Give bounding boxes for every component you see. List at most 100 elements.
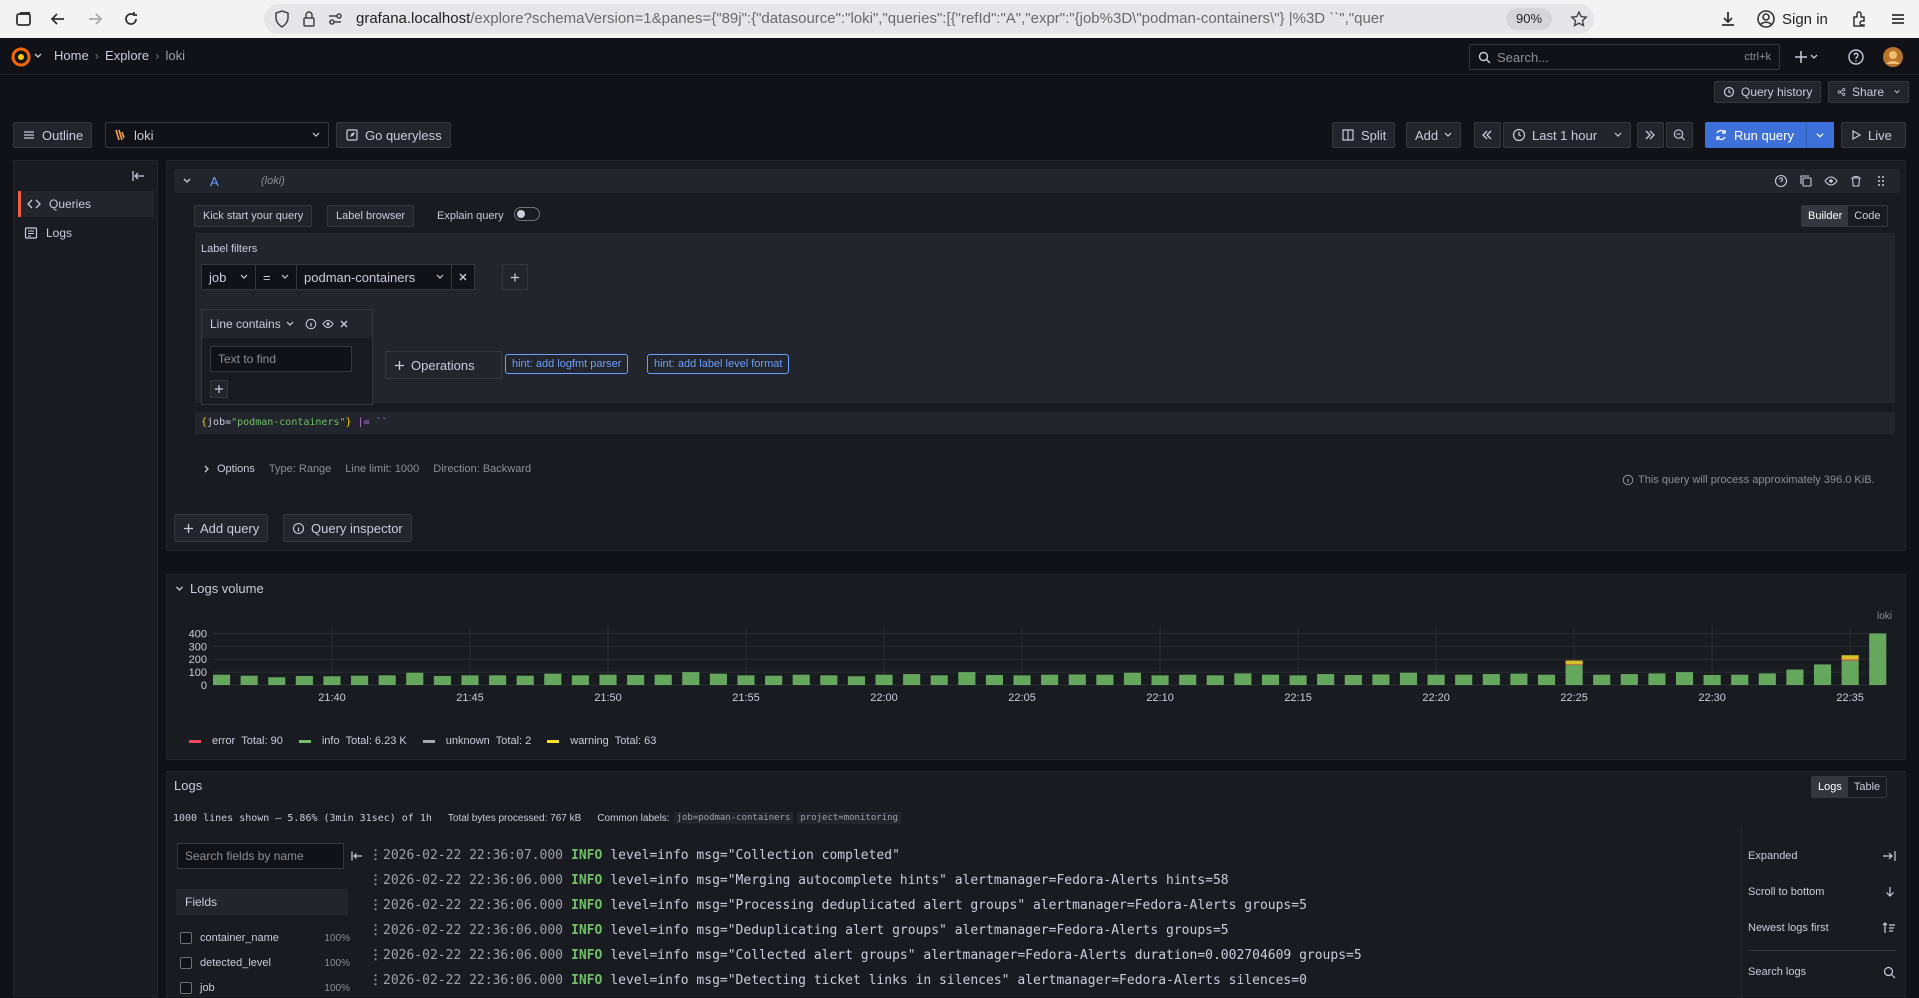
logs-option-scroll-to-bottom[interactable]: Scroll to bottom xyxy=(1748,882,1896,902)
back-icon[interactable] xyxy=(48,9,68,29)
site-permissions-icon[interactable] xyxy=(326,10,344,28)
chevron-down-icon xyxy=(1614,132,1622,137)
go-queryless-button[interactable]: Go queryless xyxy=(336,122,451,148)
logs-option-search-logs[interactable]: Search logs xyxy=(1748,962,1896,982)
logs-option-expanded[interactable]: Expanded xyxy=(1748,846,1896,866)
field-row[interactable]: container_name 100% xyxy=(180,929,350,947)
remove-filter-button[interactable] xyxy=(451,264,475,290)
operation-name[interactable]: Line contains xyxy=(210,317,281,331)
sign-in-button[interactable]: Sign in xyxy=(1756,9,1828,29)
logs-option-newest-logs-first[interactable]: Newest logs first xyxy=(1748,918,1896,938)
sidebar-item-logs[interactable]: Logs xyxy=(18,220,154,246)
duplicate-icon[interactable] xyxy=(1799,174,1813,188)
outline-button[interactable]: Outline xyxy=(13,122,93,148)
split-button[interactable]: Split xyxy=(1332,122,1396,148)
view-logs-tab[interactable]: Logs xyxy=(1812,777,1848,797)
collapse-fields-icon[interactable] xyxy=(351,850,363,862)
drag-handle-icon[interactable] xyxy=(1874,174,1888,188)
tabs-icon[interactable] xyxy=(14,9,34,29)
log-line-menu-icon[interactable]: ⋮ xyxy=(369,948,382,963)
label-filter-key-select[interactable]: job xyxy=(201,264,256,290)
log-line-menu-icon[interactable]: ⋮ xyxy=(369,873,382,888)
eye-icon xyxy=(322,319,334,329)
run-query-options-button[interactable] xyxy=(1806,122,1834,148)
time-forward-button[interactable] xyxy=(1637,122,1664,148)
hint-logfmt-parser[interactable]: hint: add logfmt parser xyxy=(505,354,629,374)
breadcrumb-explore[interactable]: Explore xyxy=(105,48,149,63)
time-back-button[interactable] xyxy=(1474,122,1501,148)
query-history-button[interactable]: Query history xyxy=(1714,81,1822,103)
add-query-button[interactable]: Add query xyxy=(174,514,269,542)
downloads-icon[interactable] xyxy=(1718,9,1738,29)
label-filter-value-select[interactable]: podman-containers xyxy=(296,264,452,290)
operations-button[interactable]: Operations xyxy=(385,351,502,379)
avatar[interactable] xyxy=(1882,46,1904,68)
help-icon[interactable] xyxy=(1847,48,1865,66)
add-param-button[interactable] xyxy=(210,380,228,398)
log-timestamp: 2026-02-22 22:36:06.000 xyxy=(383,972,564,988)
search-input[interactable]: Search... ctrl+k xyxy=(1469,44,1780,70)
add-new-icon[interactable] xyxy=(1795,48,1818,66)
time-range-picker[interactable]: Last 1 hour xyxy=(1503,122,1631,148)
query-ref-id[interactable]: A xyxy=(210,174,219,189)
log-line[interactable]: ⋮ 2026-02-22 22:36:06.000 INFO level=info m… xyxy=(369,919,1229,941)
field-checkbox[interactable] xyxy=(180,932,192,944)
legend-item-warning[interactable]: warning Total: 63 xyxy=(547,735,656,747)
view-table-tab[interactable]: Table xyxy=(1848,777,1886,797)
field-checkbox[interactable] xyxy=(180,982,192,994)
live-button[interactable]: Live xyxy=(1841,122,1906,148)
reload-icon[interactable] xyxy=(121,9,141,29)
forward-icon[interactable] xyxy=(85,9,105,29)
logs-volume-title: Logs volume xyxy=(190,581,264,596)
log-line-menu-icon[interactable]: ⋮ xyxy=(369,923,382,938)
legend-item-info[interactable]: info Total: 6.23 K xyxy=(298,735,407,747)
text-to-find-input[interactable]: Text to find xyxy=(210,346,352,372)
trash-icon[interactable] xyxy=(1849,174,1863,188)
zoom-level[interactable]: 90% xyxy=(1506,8,1553,30)
breadcrumb-home[interactable]: Home xyxy=(54,48,89,63)
kick-start-button[interactable]: Kick start your query xyxy=(194,205,313,227)
label-browser-button[interactable]: Label browser xyxy=(327,205,415,227)
field-checkbox[interactable] xyxy=(180,957,192,969)
label-filter-operator-select[interactable]: = xyxy=(255,264,297,290)
sidebar-item-queries[interactable]: Queries xyxy=(18,191,154,217)
log-line[interactable]: ⋮ 2026-02-22 22:36:06.000 INFO level=info m… xyxy=(369,894,1307,916)
log-line-menu-icon[interactable]: ⋮ xyxy=(369,898,382,913)
log-line[interactable]: ⋮ 2026-02-22 22:36:06.000 INFO level=info m… xyxy=(369,869,1229,891)
query-inspector-button[interactable]: Query inspector xyxy=(283,514,412,542)
grafana-logo-icon[interactable] xyxy=(10,46,32,68)
field-row[interactable]: job 100% xyxy=(180,979,350,997)
browser-chrome: grafana.localhost/explore?schemaVersion=… xyxy=(0,0,1919,38)
hint-label-level-format[interactable]: hint: add label level format xyxy=(647,354,790,374)
eye-icon[interactable] xyxy=(1824,174,1838,188)
search-fields-input[interactable]: Search fields by name xyxy=(177,843,344,869)
share-button[interactable]: Share xyxy=(1828,81,1909,103)
log-line[interactable]: ⋮ 2026-02-22 22:36:06.000 INFO level=info m… xyxy=(369,969,1307,991)
chevron-down-icon[interactable] xyxy=(182,176,192,186)
zoom-out-button[interactable] xyxy=(1666,122,1693,148)
help-icon[interactable] xyxy=(1774,174,1788,188)
log-line[interactable]: ⋮ 2026-02-22 22:36:06.000 INFO level=info m… xyxy=(369,944,1362,966)
log-line-menu-icon[interactable]: ⋮ xyxy=(369,848,382,863)
datasource-picker[interactable]: loki xyxy=(105,122,329,148)
menu-icon[interactable] xyxy=(1888,9,1908,29)
address-bar[interactable]: grafana.localhost/explore?schemaVersion=… xyxy=(264,4,1594,34)
legend-item-unknown[interactable]: unknown Total: 2 xyxy=(422,735,531,747)
bookmark-star-icon[interactable] xyxy=(1570,10,1588,28)
add-filter-button[interactable] xyxy=(502,264,528,290)
mode-builder-tab[interactable]: Builder xyxy=(1802,206,1849,226)
lock-icon[interactable] xyxy=(302,10,316,28)
explain-query-toggle[interactable] xyxy=(514,207,540,221)
mode-code-tab[interactable]: Code xyxy=(1848,206,1886,226)
log-line-menu-icon[interactable]: ⋮ xyxy=(369,973,382,988)
extensions-icon[interactable] xyxy=(1850,9,1870,29)
add-button[interactable]: Add xyxy=(1406,122,1462,148)
logs-volume-header[interactable]: Logs volume xyxy=(175,581,264,596)
shield-icon[interactable] xyxy=(274,10,290,28)
log-line[interactable]: ⋮ 2026-02-22 22:36:07.000 INFO level=info m… xyxy=(369,844,900,866)
collapse-sidebar-icon[interactable] xyxy=(132,169,146,183)
field-row[interactable]: detected_level 100% xyxy=(180,954,350,972)
legend-item-error[interactable]: error Total: 90 xyxy=(189,735,283,747)
chevron-down-icon[interactable] xyxy=(34,52,42,60)
volume-bar-info xyxy=(1096,674,1114,685)
